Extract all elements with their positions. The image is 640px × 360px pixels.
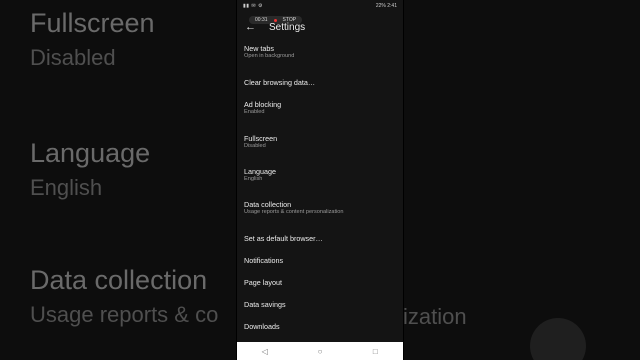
bg-language: Language English: [30, 138, 150, 201]
setting-fullscreen[interactable]: Fullscreen Disabled: [237, 134, 284, 150]
setting-subtitle: English: [244, 176, 263, 182]
setting-data-savings[interactable]: Data savings: [237, 300, 293, 309]
setting-title: Page layout: [244, 278, 282, 287]
bg-data-collection-title: Data collection: [30, 265, 208, 295]
back-arrow-icon[interactable]: ←: [245, 21, 269, 33]
setting-title: Language: [244, 167, 276, 176]
setting-language[interactable]: Language English: [237, 167, 283, 183]
setting-set-default-browser[interactable]: Set as default browser…: [237, 234, 330, 243]
status-bar: ▮▮ ✉ ⚙ 22% 2:41: [237, 0, 403, 12]
bg-touch-indicator: [530, 318, 586, 360]
bg-data-collection-subtitle: Usage reports & co: [30, 302, 219, 327]
setting-downloads[interactable]: Downloads: [237, 322, 287, 331]
setting-title: Data collection: [244, 200, 292, 209]
bg-fullscreen-title: Fullscreen: [30, 8, 155, 38]
setting-subtitle: Enabled: [244, 109, 265, 115]
status-battery-time: 22% 2:41: [375, 3, 397, 9]
system-nav-bar: ◁ ○ □: [237, 342, 403, 360]
setting-title: Fullscreen: [244, 134, 278, 143]
setting-title: Ad blocking: [244, 100, 282, 109]
app-bar: ← Settings: [237, 16, 403, 38]
setting-subtitle: Open in background: [244, 53, 295, 59]
bg-fullscreen-subtitle: Disabled: [30, 45, 116, 70]
setting-ad-blocking[interactable]: Ad blocking Enabled: [237, 100, 288, 116]
setting-title: Clear browsing data…: [244, 78, 316, 87]
setting-subtitle: Disabled: [244, 143, 266, 149]
setting-clear-browsing-data[interactable]: Clear browsing data…: [237, 78, 322, 87]
bg-language-title: Language: [30, 138, 151, 168]
setting-page-layout[interactable]: Page layout: [237, 278, 289, 287]
circle-home-icon[interactable]: ○: [314, 345, 326, 357]
status-signal-icons: ▮▮ ✉ ⚙: [243, 3, 263, 9]
setting-new-tabs[interactable]: New tabs Open in background: [237, 44, 301, 60]
setting-title: Set as default browser…: [244, 234, 323, 243]
bg-data-collection-tail: ization: [403, 304, 467, 330]
setting-title: Downloads: [244, 322, 280, 331]
setting-notifications[interactable]: Notifications: [237, 256, 290, 265]
bg-fullscreen: Fullscreen Disabled: [30, 8, 155, 71]
setting-title: Data savings: [244, 300, 286, 309]
bg-language-subtitle: English: [30, 175, 103, 200]
bg-data-collection-subtitle-tail: ization: [403, 304, 467, 329]
setting-subtitle: Usage reports & content personalization: [244, 209, 344, 215]
phone-screen: ▮▮ ✉ ⚙ 22% 2:41 00:31 STOP ← Settings Ne…: [237, 0, 403, 360]
page-title: Settings: [269, 21, 306, 33]
bg-data-collection: Data collection Usage reports & co: [30, 265, 218, 328]
triangle-back-icon[interactable]: ◁: [259, 345, 271, 357]
setting-title: Notifications: [244, 256, 284, 265]
setting-title: New tabs: [244, 44, 274, 53]
setting-data-collection[interactable]: Data collection Usage reports & content …: [237, 200, 351, 216]
square-recent-icon[interactable]: □: [369, 345, 381, 357]
